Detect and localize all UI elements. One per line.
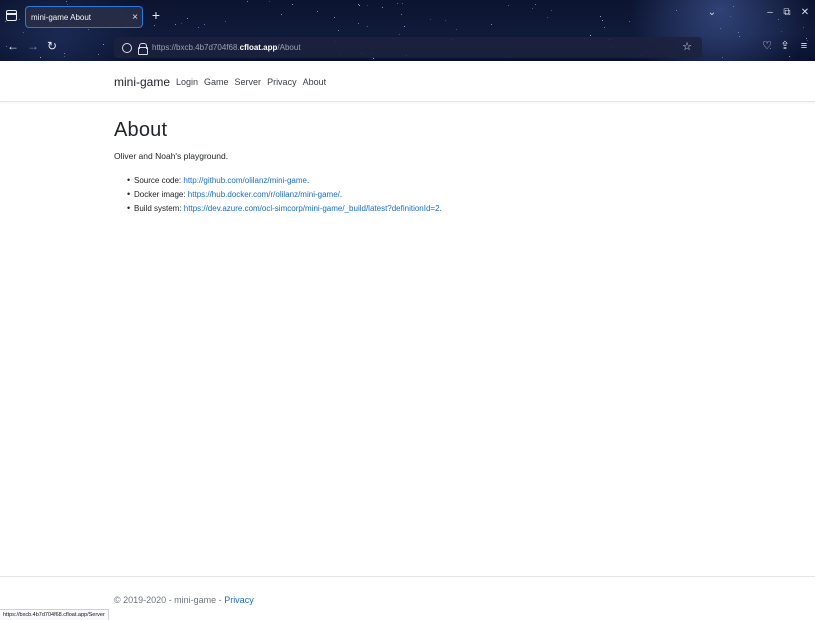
item-suffix: . xyxy=(439,204,442,213)
footer-privacy-link[interactable]: Privacy xyxy=(224,595,254,605)
url-prefix: https://bxcb.4b7d704f68. xyxy=(152,43,240,52)
minimize-icon[interactable]: – xyxy=(763,7,777,18)
site-footer: © 2019-2020 - mini-game - Privacy xyxy=(0,576,815,620)
site-header: mini-game Login Game Server Privacy Abou… xyxy=(0,61,815,102)
build-system-link[interactable]: https://dev.azure.com/ocl-simcorp/mini-g… xyxy=(184,204,440,213)
reload-icon[interactable]: ↻ xyxy=(45,39,59,53)
item-label: Docker image: xyxy=(134,190,188,199)
item-label: Build system: xyxy=(134,204,184,213)
new-tab-button[interactable]: + xyxy=(148,6,164,24)
back-arrow-icon[interactable]: ← xyxy=(6,39,20,53)
nav-privacy[interactable]: Privacy xyxy=(267,77,297,87)
status-bar-url: https://bxcb.4b7d704f68.cfloat.app/Serve… xyxy=(0,609,109,620)
site-nav: Login Game Server Privacy About xyxy=(176,77,332,87)
extensions-icon[interactable]: ⇪ xyxy=(778,39,792,53)
resource-list: Source code: http://github.com/olilanz/m… xyxy=(114,175,714,213)
active-tab[interactable]: mini-game About × xyxy=(25,6,143,28)
forward-arrow-icon[interactable]: → xyxy=(26,39,40,53)
navigation-toolbar: ← → ↻ https://bxcb.4b7d704f68. cfloat.app… xyxy=(0,33,815,61)
shield-icon[interactable] xyxy=(122,42,132,53)
close-tab-icon[interactable]: × xyxy=(128,12,142,23)
page-description: Oliver and Noah's playground. xyxy=(114,151,229,161)
pocket-icon[interactable]: ♡ xyxy=(760,39,774,53)
tab-title: mini-game About xyxy=(31,12,92,22)
nav-about[interactable]: About xyxy=(303,77,327,87)
copyright-text: © 2019-2020 - mini-game - xyxy=(114,595,225,605)
nav-game[interactable]: Game xyxy=(204,77,229,87)
main-content: About Oliver and Noah's playground. Sour… xyxy=(114,119,714,218)
source-code-link[interactable]: http://github.com/olilanz/mini-game xyxy=(183,176,307,185)
hamburger-menu-icon[interactable]: ≡ xyxy=(797,39,811,53)
url-path: /About xyxy=(277,43,301,52)
browser-chrome: mini-game About × + ⌄ – ⧉ ✕ ← → ↻ https:… xyxy=(0,0,815,61)
url-host: cfloat.app xyxy=(239,43,278,52)
lock-icon[interactable] xyxy=(138,43,148,55)
docker-image-link[interactable]: https://hub.docker.com/r/olilanz/mini-ga… xyxy=(188,190,340,199)
brand-link[interactable]: mini-game xyxy=(114,75,170,89)
page-title: About xyxy=(114,119,168,141)
star-icon[interactable]: ☆ xyxy=(682,40,692,53)
restore-icon[interactable]: ⧉ xyxy=(780,7,794,18)
tab-bar: mini-game About × + ⌄ – ⧉ ✕ xyxy=(0,0,815,33)
list-item: Docker image: https://hub.docker.com/r/o… xyxy=(127,189,714,199)
item-label: Source code: xyxy=(134,176,184,185)
item-suffix: . xyxy=(307,176,310,185)
footer-text: © 2019-2020 - mini-game - Privacy xyxy=(114,595,254,605)
tab-list-icon[interactable] xyxy=(4,8,20,24)
list-item: Source code: http://github.com/olilanz/m… xyxy=(127,175,714,185)
close-window-icon[interactable]: ✕ xyxy=(798,7,812,18)
list-all-tabs-icon[interactable]: ⌄ xyxy=(705,7,719,18)
item-suffix: . xyxy=(339,190,343,199)
list-item: Build system: https://dev.azure.com/ocl-… xyxy=(127,203,714,213)
address-bar[interactable]: https://bxcb.4b7d704f68. cfloat.app/About… xyxy=(114,37,702,58)
nav-login[interactable]: Login xyxy=(176,77,198,87)
nav-server[interactable]: Server xyxy=(235,77,262,87)
